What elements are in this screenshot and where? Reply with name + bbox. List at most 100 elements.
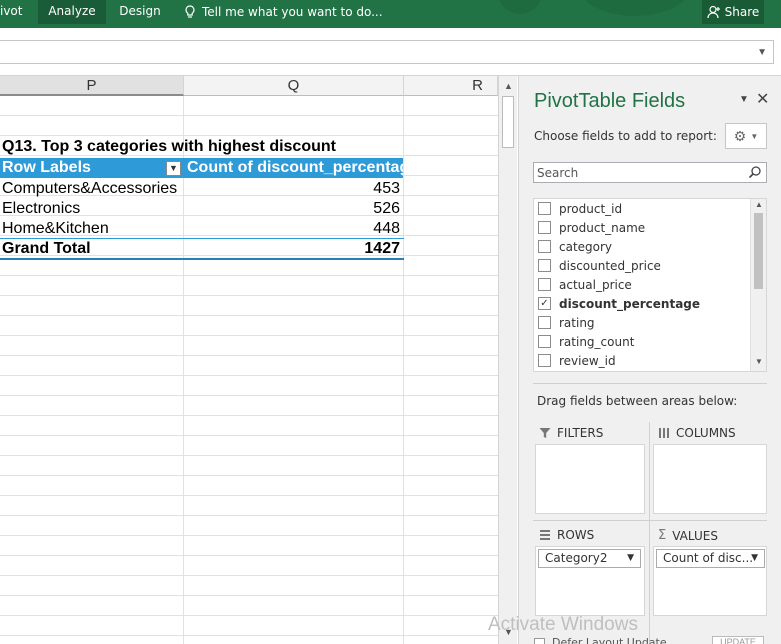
close-icon[interactable]: ✕ <box>756 89 769 109</box>
pivot-row-value[interactable]: 448 <box>186 219 400 239</box>
filter-icon[interactable]: ▼ <box>166 161 181 176</box>
field-item-rating-count[interactable]: rating_count <box>538 332 634 351</box>
pivot-row-label[interactable]: Electronics <box>2 199 182 219</box>
field-settings-button[interactable]: ⚙ ▼ <box>725 123 767 149</box>
field-item-review-id[interactable]: review_id <box>538 351 616 370</box>
activate-windows-watermark: Activate Windows <box>488 614 638 635</box>
row-gridline <box>0 415 498 416</box>
scroll-up-icon[interactable]: ▲ <box>499 78 518 94</box>
row-gridline <box>0 475 498 476</box>
row-gridline <box>0 395 498 396</box>
values-field-pill[interactable]: Count of disc... ▼ <box>656 549 765 568</box>
defer-update-strip: Defer Layout Update UPDATE <box>534 636 764 644</box>
report-title[interactable]: Q13. Top 3 categories with highest disco… <box>2 137 402 157</box>
share-label: Share <box>724 5 760 19</box>
field-item-category[interactable]: category <box>538 237 612 256</box>
area-divider <box>533 520 767 521</box>
column-header-r-label: R <box>472 77 483 94</box>
scroll-down-icon[interactable]: ▼ <box>751 357 766 366</box>
tab-pivot[interactable]: ivot <box>0 0 30 24</box>
columns-drop-area[interactable] <box>653 444 767 514</box>
field-checkbox[interactable] <box>538 335 551 348</box>
field-checkbox[interactable] <box>538 316 551 329</box>
spreadsheet-grid[interactable]: P Q R Q13. Top 3 categories with highest… <box>0 76 498 644</box>
chevron-down-icon[interactable]: ▼ <box>757 47 767 58</box>
share-button[interactable]: Share <box>702 0 764 24</box>
row-gridline <box>0 275 498 276</box>
row-gridline <box>0 315 498 316</box>
pivot-row-label[interactable]: Home&Kitchen <box>2 219 182 239</box>
field-item-rating[interactable]: rating <box>538 313 595 332</box>
column-header-p-label: P <box>86 77 97 94</box>
divider <box>533 383 767 384</box>
grand-total-value[interactable]: 1427 <box>186 239 400 259</box>
search-box[interactable] <box>533 162 767 183</box>
row-gridline <box>0 595 498 596</box>
field-checkbox[interactable] <box>538 240 551 253</box>
scroll-up-icon[interactable]: ▲ <box>751 200 766 209</box>
column-header-q[interactable]: Q <box>184 76 404 96</box>
tab-analyze[interactable]: Analyze <box>38 0 106 24</box>
values-label: VALUES <box>672 528 718 543</box>
field-checkbox[interactable] <box>538 221 551 234</box>
chevron-down-icon: ▼ <box>750 131 759 141</box>
tab-analyze-label: Analyze <box>48 4 96 18</box>
pivot-header-value[interactable]: Count of discount_percentage <box>186 158 403 178</box>
pivot-row-label[interactable]: Computers&Accessories <box>2 179 182 199</box>
columns-icon <box>659 428 669 438</box>
chevron-down-icon[interactable]: ▼ <box>751 550 758 567</box>
row-gridline <box>0 115 498 116</box>
checkmark-icon[interactable]: ✓ <box>538 297 551 310</box>
field-list[interactable]: product_id product_name category discoun… <box>533 198 767 372</box>
field-label: actual_price <box>559 277 632 292</box>
field-item-discount-percentage[interactable]: ✓ discount_percentage <box>538 294 700 313</box>
values-field-label: Count of disc... <box>663 551 754 565</box>
scrollbar-thumb[interactable] <box>502 96 514 148</box>
scrollbar-thumb[interactable] <box>754 213 763 289</box>
row-gridline <box>0 295 498 296</box>
field-list-scrollbar[interactable]: ▲ ▼ <box>750 199 766 371</box>
search-input[interactable] <box>537 165 742 181</box>
value-header-text: Count of discount_percentage <box>187 159 403 176</box>
pivot-header-row-labels[interactable]: Row Labels ▼ <box>0 158 186 178</box>
column-header-r[interactable]: R <box>404 76 498 96</box>
chevron-down-icon[interactable]: ▼ <box>627 550 634 567</box>
rows-area-label: ROWS <box>539 528 594 542</box>
field-checkbox[interactable] <box>538 259 551 272</box>
field-item-actual-price[interactable]: actual_price <box>538 275 632 294</box>
field-checkbox[interactable] <box>538 202 551 215</box>
column-header-q-label: Q <box>287 77 300 94</box>
field-item-product-name[interactable]: product_name <box>538 218 645 237</box>
rows-field-label: Category2 <box>545 551 608 565</box>
field-label: rating <box>559 315 595 330</box>
pane-options-icon[interactable]: ▼ <box>739 94 749 105</box>
field-item-discounted-price[interactable]: discounted_price <box>538 256 661 275</box>
grand-total-label[interactable]: Grand Total <box>2 239 182 259</box>
row-gridline <box>0 515 498 516</box>
sigma-icon: Σ <box>658 528 667 543</box>
row-gridline <box>0 435 498 436</box>
field-checkbox[interactable] <box>538 278 551 291</box>
column-header-p[interactable]: P <box>0 76 184 96</box>
defer-checkbox[interactable] <box>534 638 545 644</box>
pane-title: PivotTable Fields <box>534 90 686 112</box>
tell-me-box[interactable]: Tell me what you want to do... <box>184 0 383 24</box>
filters-drop-area[interactable] <box>535 444 645 514</box>
values-area-label: Σ VALUES <box>658 528 718 543</box>
pivot-row-value[interactable]: 453 <box>186 179 400 199</box>
field-checkbox[interactable] <box>538 354 551 367</box>
tab-design[interactable]: Design <box>110 0 170 24</box>
pivot-row-value[interactable]: 526 <box>186 199 400 219</box>
update-button[interactable]: UPDATE <box>712 636 764 644</box>
column-divider <box>403 96 404 644</box>
defer-label: Defer Layout Update <box>552 636 667 644</box>
tell-me-text: Tell me what you want to do... <box>202 5 383 19</box>
formula-bar[interactable]: ▼ <box>0 40 774 64</box>
search-icon[interactable] <box>748 165 762 179</box>
row-gridline <box>0 355 498 356</box>
rows-field-pill[interactable]: Category2 ▼ <box>538 549 641 568</box>
field-item-product-id[interactable]: product_id <box>538 199 622 218</box>
filter-icon <box>539 428 551 438</box>
vertical-scrollbar[interactable]: ▲ ▼ <box>498 76 517 644</box>
area-divider <box>649 422 650 644</box>
